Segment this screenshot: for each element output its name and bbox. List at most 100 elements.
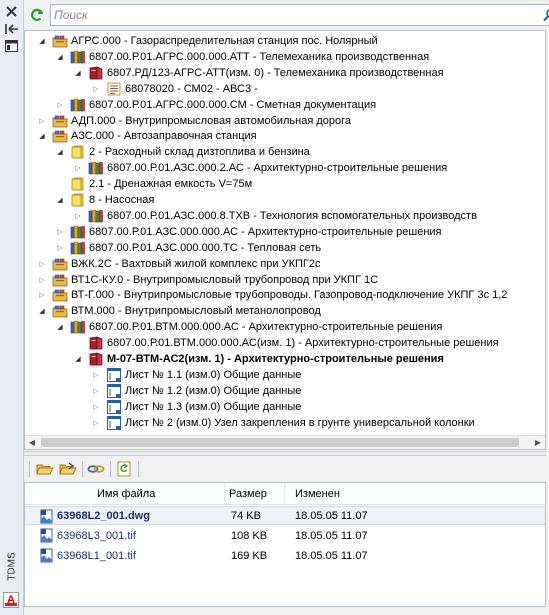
collapsed-arrow-icon[interactable]: ▷	[55, 100, 65, 110]
tree-node[interactable]: ▷ 68078020 - СМ02 - АВС3 -	[91, 81, 258, 97]
tree-node[interactable]: ◢ АЗС.000 - Автозаправочная станция	[37, 128, 257, 144]
column-header-size[interactable]: Размер	[225, 483, 285, 505]
refresh-icon[interactable]	[28, 6, 46, 24]
file-row[interactable]: 63968L3_001.tif 108 KB 18.05.05 11.07	[25, 526, 545, 545]
tree-node[interactable]: ◢ М-07-ВТМ-АС2(изм. 1) - Архитектурно-стр…	[73, 351, 444, 367]
collapsed-arrow-icon[interactable]: ▷	[37, 259, 47, 269]
collapsed-arrow-icon[interactable]: ▷	[91, 84, 101, 94]
tree-node-label: 6807.РД/123-АГРС-АТТ(изм. 0) - Телемехан…	[107, 66, 444, 79]
tree-node[interactable]: ▷ 6807.00.Р.01.АЗС.000.000.АС - Архитекту…	[55, 224, 442, 240]
expanded-arrow-icon[interactable]: ◢	[55, 52, 65, 62]
link-icon[interactable]	[86, 460, 106, 478]
text-style-icon[interactable]: A	[3, 592, 19, 608]
tree-node[interactable]: ▷ 6807.00.Р.01.АЗС.000.000.ТС - Тепловая …	[55, 240, 321, 256]
tree-node[interactable]: ▷2.1 - Дренажная емкость V=75м	[55, 176, 252, 192]
tree-node-label: 2.1 - Дренажная емкость V=75м	[89, 178, 253, 191]
collapsed-arrow-icon[interactable]: ▷	[91, 418, 101, 428]
file-list-header: Имя файла Размер Изменен	[25, 483, 545, 505]
tree-node[interactable]: ▷ Лист № 2 (изм.0) Узел закрепления в гру…	[91, 415, 475, 431]
tree-node-label: 6807.00.Р.01.АЗС.000.2.АС - Архитектурно…	[107, 162, 448, 175]
books-icon	[70, 225, 86, 239]
column-header-modified[interactable]: Изменен	[285, 483, 405, 505]
tree-node[interactable]: ◢ 2 - Расходный склад дизтоплива и бензин…	[55, 144, 310, 160]
tree-node[interactable]: ▷ АДП.000 - Внутрипромысловая автомобильн…	[37, 113, 351, 129]
tree-node[interactable]: ▷ ВТ1С-КУ.0 - Внутрипромысловый трубопров…	[37, 272, 378, 288]
object-tree[interactable]: ◢ АГРС.000 - Газораспределительная станци…	[24, 30, 546, 450]
collapsed-arrow-icon[interactable]: ▷	[91, 402, 101, 412]
file-modified: 18.05.05 11.07	[295, 509, 368, 522]
expanded-arrow-icon[interactable]: ◢	[55, 147, 65, 157]
tree-node[interactable]: ▷ 6807.00.Р.01.АЗС.000.2.АС - Архитектурн…	[73, 160, 447, 176]
file-list[interactable]: Имя файла Размер Изменен 63968L2_001.dwg…	[24, 482, 546, 607]
folder-stack-icon	[52, 288, 68, 302]
expanded-arrow-icon[interactable]: ◢	[73, 354, 83, 364]
panel-splitter[interactable]	[24, 451, 546, 456]
tree-node-label: М-07-ВТМ-АС2(изм. 1) - Архитектурно-стро…	[107, 353, 444, 365]
search-bar	[24, 0, 549, 30]
file-row[interactable]: 63968L1_001.tif 169 KB 18.05.05 11.07	[25, 546, 545, 565]
expanded-arrow-icon[interactable]: ◢	[37, 131, 47, 141]
tree-node[interactable]: ◢ 6807.00.Р.01.АГРС.000.000.АТТ - Телемех…	[55, 49, 429, 65]
sync-document-icon[interactable]	[114, 460, 134, 478]
tree-node[interactable]: ◢ АГРС.000 - Газораспределительная станци…	[37, 33, 378, 49]
tree-node[interactable]: ◢ 6807.00.Р.01.ВТМ.000.000.АС - Архитекту…	[55, 319, 442, 335]
tree-node-label: АДП.000 - Внутрипромысловая автомобильна…	[71, 114, 352, 127]
collapsed-arrow-icon[interactable]: ▷	[91, 386, 101, 396]
folder-stack-icon	[52, 114, 68, 128]
tree-node-label: АЗС.000 - Автозаправочная станция	[71, 130, 257, 143]
collapsed-arrow-icon[interactable]: ▷	[55, 243, 65, 253]
tree-node[interactable]: ▷6807.00.Р.01.ВТМ.000.000.АС(изм. 1) - А…	[73, 335, 499, 351]
tree-node-label: 6807.00.Р.01.АЗС.000.000.АС - Архитектур…	[89, 225, 442, 238]
books-icon	[88, 209, 104, 223]
collapsed-arrow-icon[interactable]: ▷	[73, 211, 83, 221]
folder-stack-icon	[52, 273, 68, 287]
scroll-left-arrow-icon[interactable]: ◀	[25, 436, 39, 449]
file-row[interactable]: 63968L2_001.dwg 74 KB 18.05.05 11.07	[25, 506, 545, 525]
tree-node[interactable]: ▷ ВТ-Г.000 - Внутрипромысловые трубопрово…	[37, 287, 507, 303]
collapsed-arrow-icon[interactable]: ▷	[37, 290, 47, 300]
blue-sheet-icon	[106, 383, 122, 398]
search-icon[interactable]	[543, 8, 549, 22]
tree-node[interactable]: ▷ Лист № 1.3 (изм.0) Общие данные	[91, 399, 301, 415]
yellow-folder-icon	[70, 193, 86, 207]
red-book-icon	[88, 336, 104, 350]
open-folder-icon[interactable]	[35, 460, 55, 478]
tdms-vertical-label: TDMS	[6, 551, 18, 581]
expanded-arrow-icon[interactable]: ◢	[37, 36, 47, 46]
expanded-arrow-icon[interactable]: ◢	[55, 195, 65, 205]
tree-node[interactable]: ▷ ВЖК.2С - Вахтовый жилой комплекс при УК…	[37, 256, 320, 272]
file-name: 63968L3_001.tif	[57, 529, 136, 542]
scroll-right-arrow-icon[interactable]: ▶	[531, 436, 545, 449]
file-modified: 18.05.05 11.07	[295, 529, 368, 542]
pin-panel-icon[interactable]	[3, 20, 20, 37]
tree-node[interactable]: ▷ Лист № 1.2 (изм.0) Общие данные	[91, 383, 301, 399]
tree-node-label: Лист № 2 (изм.0) Узел закрепления в грун…	[125, 416, 475, 429]
expanded-arrow-icon[interactable]: ◢	[73, 68, 83, 78]
collapsed-arrow-icon[interactable]: ▷	[73, 163, 83, 173]
file-name: 63968L2_001.dwg	[57, 509, 150, 522]
folder-export-icon[interactable]	[58, 460, 78, 478]
tree-node[interactable]: ▷ Лист № 1.1 (изм.0) Общие данные	[91, 367, 301, 383]
panel-layout-icon[interactable]	[3, 37, 20, 54]
tree-node[interactable]: ◢ 8 - Насосная	[55, 192, 154, 208]
expanded-arrow-icon[interactable]: ◢	[37, 306, 47, 316]
books-icon	[70, 241, 86, 255]
scrollbar-thumb[interactable]	[41, 438, 519, 447]
tree-node[interactable]: ◢ 6807.РД/123-АГРС-АТТ(изм. 0) - Телемеха…	[73, 65, 444, 81]
expanded-arrow-icon[interactable]: ◢	[55, 322, 65, 332]
collapsed-arrow-icon[interactable]: ▷	[55, 227, 65, 237]
file-size: 74 KB	[231, 509, 261, 522]
tree-node[interactable]: ◢ ВТМ.000 - Внутрипромысловый метанолопро…	[37, 303, 321, 319]
close-icon[interactable]	[3, 3, 20, 20]
tree-horizontal-scrollbar[interactable]: ◀ ▶	[25, 435, 545, 449]
red-book-icon	[88, 352, 104, 366]
collapsed-arrow-icon[interactable]: ▷	[91, 370, 101, 380]
tree-node[interactable]: ▷ 6807.00.Р.01.АЗС.000.8.ТХВ - Технология…	[73, 208, 477, 224]
collapsed-arrow-icon[interactable]: ▷	[37, 275, 47, 285]
search-input[interactable]	[54, 7, 534, 23]
tree-node-label: ВТ1С-КУ.0 - Внутрипромысловый трубопрово…	[71, 273, 379, 286]
column-header-name[interactable]: Имя файла	[25, 483, 225, 505]
collapsed-arrow-icon[interactable]: ▷	[37, 116, 47, 126]
search-field-container	[50, 4, 549, 26]
tree-node[interactable]: ▷ 6807.00.Р.01.АГРС.000.000.СМ - Сметная …	[55, 97, 376, 113]
